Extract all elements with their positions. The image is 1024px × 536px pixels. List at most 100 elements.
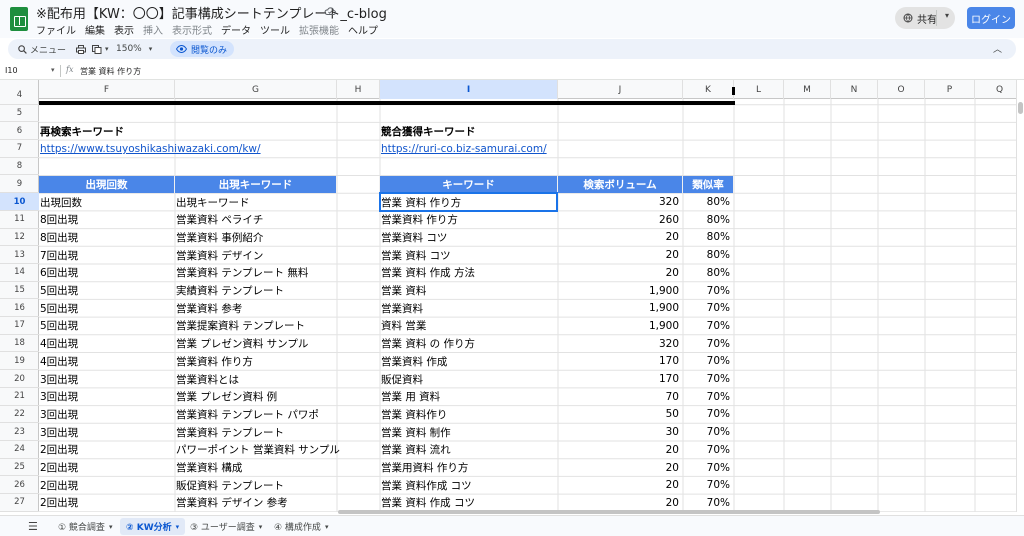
spreadsheet-grid[interactable]: FGHIJKLMNOPQ 4 5 6 7 8 9 10 11 12 13 14 15 16 17 18 19 2… (0, 80, 1016, 512)
related-keywords-link[interactable]: https://www.tsuyoshikashiwazaki.com/kw/ (39, 140, 337, 158)
keyword-cell[interactable]: 資料 営業 (380, 317, 558, 335)
chevron-down-icon[interactable]: ▾ (945, 11, 949, 20)
similarity-cell[interactable]: 80% (683, 264, 734, 282)
occurrence-keyword-cell[interactable]: 営業資料 テンプレート (175, 423, 337, 441)
search-volume-cell[interactable]: 20 (558, 229, 683, 247)
occurrence-keyword-cell[interactable]: 営業資料 構成 (175, 459, 337, 477)
occurrence-count-cell[interactable]: 3回出現 (39, 423, 175, 441)
row-header[interactable]: 21 (0, 388, 39, 406)
paint-format-button[interactable]: ▾ (92, 41, 109, 57)
column-header[interactable]: I (380, 80, 558, 99)
similarity-cell[interactable]: 70% (683, 423, 734, 441)
similarity-cell[interactable]: 70% (683, 335, 734, 353)
menu-item[interactable]: ファイル (36, 22, 76, 37)
row-header[interactable]: 9 (0, 176, 39, 194)
row-header[interactable]: 22 (0, 406, 39, 424)
occurrence-keyword-cell[interactable]: 営業 プレゼン資料 例 (175, 388, 337, 406)
keyword-cell[interactable]: 営業資料 コツ (380, 229, 558, 247)
column-header[interactable]: K (683, 80, 734, 99)
row-header[interactable]: 7 (0, 140, 39, 158)
zoom-select[interactable]: 150% ▾ (116, 41, 152, 57)
keyword-cell[interactable]: 営業 用 資料 (380, 388, 558, 406)
share-button[interactable]: 共有 ▾ (895, 7, 955, 29)
search-volume-cell[interactable]: 170 (558, 370, 683, 388)
occurrence-keyword-cell[interactable]: 営業資料 テンプレート パワポ (175, 406, 337, 424)
occurrence-keyword-cell[interactable]: 営業資料 ペライチ (175, 211, 337, 229)
name-box[interactable]: I10 ▾ (5, 66, 55, 75)
occurrence-keyword-cell[interactable]: 出現キーワード (175, 193, 337, 211)
occurrence-keyword-cell[interactable]: 営業資料 事例紹介 (175, 229, 337, 247)
search-volume-cell[interactable]: 1,900 (558, 299, 683, 317)
sheet-tab[interactable]: ③ ユーザー調査 ▾ (184, 518, 268, 535)
search-volume-cell[interactable]: 20 (558, 264, 683, 282)
occurrence-count-cell[interactable]: 2回出現 (39, 494, 175, 512)
search-volume-cell[interactable]: 50 (558, 406, 683, 424)
view-only-badge[interactable]: 閲覧のみ (170, 41, 234, 57)
keyword-cell[interactable]: 営業 資料 (380, 282, 558, 300)
occurrence-count-cell[interactable]: 8回出現 (39, 229, 175, 247)
row-header[interactable]: 5 (0, 105, 39, 123)
column-header[interactable]: N (831, 80, 878, 99)
cloud-status-icon[interactable] (324, 6, 336, 16)
occurrence-keyword-cell[interactable]: 営業資料とは (175, 370, 337, 388)
row-header[interactable]: 17 (0, 317, 39, 335)
occurrence-keyword-cell[interactable]: 営業提案資料 テンプレート (175, 317, 337, 335)
similarity-cell[interactable]: 70% (683, 282, 734, 300)
occurrence-count-cell[interactable]: 5回出現 (39, 317, 175, 335)
keyword-cell[interactable]: 営業 資料 作り方 (380, 193, 558, 211)
similarity-cell[interactable]: 70% (683, 299, 734, 317)
occurrence-count-cell[interactable]: 5回出現 (39, 299, 175, 317)
row-header[interactable]: 25 (0, 459, 39, 477)
row-header[interactable]: 19 (0, 353, 39, 371)
row-header[interactable]: 16 (0, 299, 39, 318)
search-volume-cell[interactable]: 20 (558, 441, 683, 459)
row-header[interactable]: 11 (0, 211, 39, 229)
sheet-tab[interactable]: ④ 構成作成 ▾ (268, 518, 334, 535)
sheet-tab[interactable]: ② KW分析 ▾ (120, 518, 186, 535)
keyword-cell[interactable]: 営業 資料 コツ (380, 246, 558, 264)
search-volume-cell[interactable]: 320 (558, 335, 683, 353)
occurrence-count-cell[interactable]: 7回出現 (39, 246, 175, 264)
similarity-cell[interactable]: 80% (683, 229, 734, 247)
menu-item[interactable]: 拡張機能 (299, 22, 339, 37)
row-header[interactable]: 4 (0, 87, 39, 105)
occurrence-keyword-cell[interactable]: 販促資料 テンプレート (175, 476, 337, 494)
occurrence-count-cell[interactable]: 3回出現 (39, 406, 175, 424)
formula-input[interactable]: 営業 資料 作り方 (80, 66, 141, 77)
occurrence-keyword-cell[interactable]: 営業 プレゼン資料 サンプル (175, 335, 337, 353)
column-header[interactable]: L (734, 80, 784, 99)
row-header[interactable]: 8 (0, 158, 39, 176)
occurrence-count-cell[interactable]: 4回出現 (39, 353, 175, 371)
occurrence-count-cell[interactable]: 4回出現 (39, 335, 175, 353)
occurrence-count-cell[interactable]: 3回出現 (39, 370, 175, 388)
menu-item[interactable]: ツール (260, 22, 290, 37)
menu-item[interactable]: 挿入 (143, 22, 163, 37)
menu-item[interactable]: ヘルプ (348, 22, 378, 37)
occurrence-count-cell[interactable]: 3回出現 (39, 388, 175, 406)
print-button[interactable] (76, 41, 86, 57)
similarity-cell[interactable]: 80% (683, 193, 734, 211)
column-header[interactable]: H (337, 80, 380, 99)
keyword-cell[interactable]: 営業資料 作成 (380, 353, 558, 371)
keyword-cell[interactable]: 営業 資料 作成 方法 (380, 264, 558, 282)
menu-item[interactable]: 表示 (114, 22, 134, 37)
horizontal-scroll-thumb[interactable] (338, 510, 880, 514)
all-sheets-menu-icon[interactable]: ☰ (28, 520, 38, 533)
similarity-cell[interactable]: 70% (683, 476, 734, 494)
row-header[interactable]: 13 (0, 246, 39, 264)
column-header[interactable]: G (175, 80, 337, 99)
column-header[interactable]: M (784, 80, 831, 99)
vertical-scrollbar[interactable] (1016, 80, 1024, 512)
occurrence-keyword-cell[interactable]: 実績資料 テンプレート (175, 282, 337, 300)
search-volume-cell[interactable]: 20 (558, 459, 683, 477)
vertical-scroll-thumb[interactable] (1018, 102, 1023, 114)
login-button[interactable]: ログイン (967, 7, 1015, 29)
column-header[interactable]: F (39, 80, 175, 99)
menu-item[interactable]: データ (221, 22, 251, 37)
search-volume-cell[interactable]: 170 (558, 353, 683, 371)
keyword-cell[interactable]: 営業 資料作り (380, 406, 558, 424)
row-header[interactable]: 27 (0, 494, 39, 512)
column-header[interactable]: Q (975, 80, 1016, 99)
occurrence-count-cell[interactable]: 2回出現 (39, 459, 175, 477)
row-header[interactable]: 24 (0, 441, 39, 459)
